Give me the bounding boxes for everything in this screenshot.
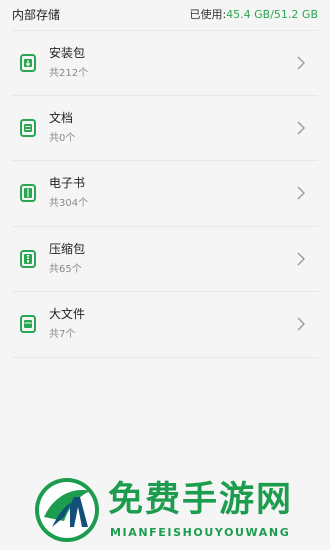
file-manager-screen: 内部存储 已使用:45.4 GB/51.2 GB 安装包 共212个 文档 共0… [0, 0, 330, 550]
category-texts: 大文件 共7个 [49, 306, 296, 342]
document-icon [20, 118, 36, 137]
category-name: 大文件 [49, 307, 86, 322]
storage-header: 内部存储 已使用:45.4 GB/51.2 GB [0, 0, 330, 28]
category-row-documents[interactable]: 文档 共0个 [12, 96, 318, 161]
storage-usage: 已使用:45.4 GB/51.2 GB [189, 6, 318, 22]
site-logo-icon [35, 478, 99, 542]
chevron-right-icon [297, 252, 305, 266]
storage-usage-value: 45.4 GB/51.2 GB [226, 8, 318, 21]
apk-icon [20, 53, 36, 72]
category-name: 安装包 [49, 45, 86, 60]
category-count: 共7个 [49, 329, 76, 341]
category-row-large-files[interactable]: 大文件 共7个 [12, 292, 318, 358]
category-row-archives[interactable]: 压缩包 共65个 [12, 227, 318, 292]
category-texts: 文档 共0个 [49, 110, 296, 146]
watermark-subtitle: MIANFEISHOUYOUWANG [110, 526, 291, 539]
site-watermark: 免费手游网 MIANFEISHOUYOUWANG [0, 470, 330, 550]
large-file-icon [20, 315, 36, 334]
storage-usage-label: 已使用: [189, 8, 227, 21]
category-name: 压缩包 [49, 241, 86, 256]
chevron-right-icon [297, 56, 305, 70]
category-row-apk[interactable]: 安装包 共212个 [12, 30, 318, 96]
archive-icon [20, 249, 36, 268]
category-count: 共65个 [49, 263, 82, 275]
category-texts: 电子书 共304个 [49, 175, 296, 211]
ebook-icon [20, 184, 36, 203]
category-count: 共212个 [49, 67, 89, 79]
chevron-right-icon [297, 186, 305, 200]
category-texts: 压缩包 共65个 [49, 241, 296, 277]
category-count: 共0个 [49, 132, 76, 144]
category-count: 共304个 [49, 198, 89, 210]
chevron-right-icon [297, 121, 305, 135]
category-row-ebooks[interactable]: 电子书 共304个 [12, 161, 318, 227]
storage-title: 内部存储 [12, 7, 61, 22]
category-texts: 安装包 共212个 [49, 45, 296, 81]
category-name: 文档 [49, 110, 74, 125]
watermark-title: 免费手游网 [108, 480, 294, 520]
chevron-right-icon [297, 317, 305, 331]
category-name: 电子书 [49, 176, 86, 191]
category-list: 安装包 共212个 文档 共0个 电子书 共304个 压缩包 共65个 大文件 … [12, 30, 318, 358]
